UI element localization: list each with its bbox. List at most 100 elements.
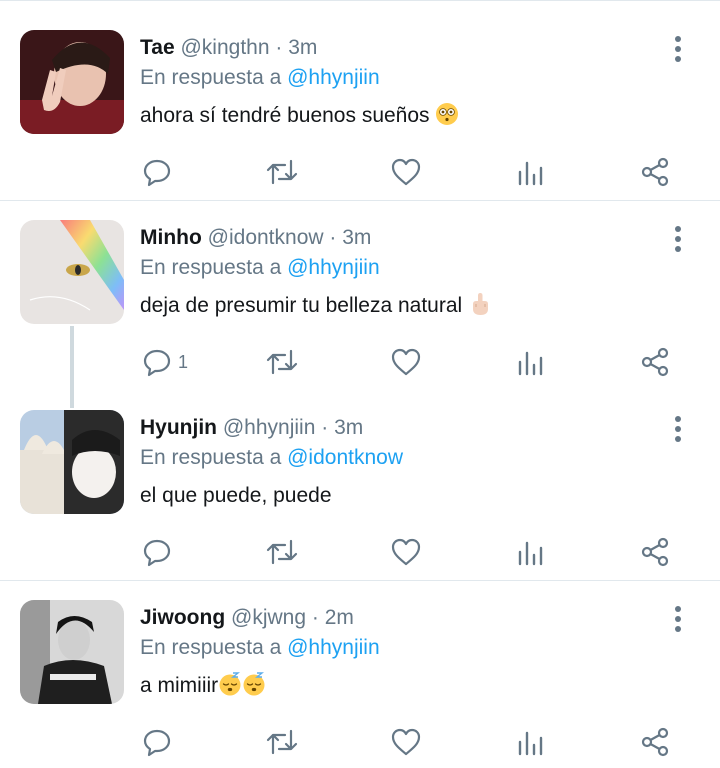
like-icon xyxy=(391,538,421,566)
analytics-button[interactable] xyxy=(517,152,545,192)
avatar[interactable] xyxy=(20,220,124,324)
tweet-text: ahora sí tendré buenos sueños xyxy=(140,102,459,130)
flushed-face-icon xyxy=(436,103,459,125)
retweet-button[interactable] xyxy=(265,152,299,192)
separator-dot: · xyxy=(321,416,329,439)
like-button[interactable] xyxy=(390,722,422,762)
top-divider xyxy=(0,0,720,1)
tweet-header: Jiwoong @kjwng · 2m xyxy=(140,604,354,632)
tweet-text-content: a mimiiir xyxy=(140,674,219,697)
share-icon xyxy=(641,347,669,377)
reply-prefix: En respuesta a xyxy=(140,256,282,279)
like-icon xyxy=(391,158,421,186)
analytics-button[interactable] xyxy=(517,722,545,762)
tweet-text: a mimiiir xyxy=(140,672,266,700)
retweet-icon xyxy=(266,729,298,755)
tweet-actions xyxy=(0,532,720,572)
like-icon xyxy=(391,348,421,376)
tweet-text: el que puede, puede xyxy=(140,482,332,510)
avatar[interactable] xyxy=(20,600,124,704)
avatar[interactable] xyxy=(20,30,124,134)
reply-context: En respuesta a @hhynjiin xyxy=(140,634,380,662)
tweet-header: Tae @kingthn · 3m xyxy=(140,34,317,62)
timestamp[interactable]: 3m xyxy=(334,416,363,439)
reply-context: En respuesta a @hhynjiin xyxy=(140,64,380,92)
tweet-text-content: ahora sí tendré buenos sueños xyxy=(140,104,430,127)
analytics-button[interactable] xyxy=(517,342,545,382)
tweet-actions: 1 xyxy=(0,342,720,382)
reply-count: 1 xyxy=(178,351,189,372)
retweet-button[interactable] xyxy=(265,722,299,762)
timestamp[interactable]: 3m xyxy=(288,36,317,59)
like-icon xyxy=(391,728,421,756)
more-options-icon[interactable] xyxy=(668,224,688,254)
more-options-icon[interactable] xyxy=(668,414,688,444)
author-handle[interactable]: @idontknow xyxy=(208,226,324,249)
reply-icon xyxy=(143,349,171,377)
separator-dot: · xyxy=(329,226,337,249)
tweet[interactable]: Hyunjin @hhynjiin · 3m En respuesta a @i… xyxy=(0,382,720,572)
reply-prefix: En respuesta a xyxy=(140,636,282,659)
analytics-icon xyxy=(518,731,543,756)
like-button[interactable] xyxy=(390,342,422,382)
author-name[interactable]: Tae xyxy=(140,36,175,59)
share-button[interactable] xyxy=(640,532,670,572)
sleeping-face-icon xyxy=(243,672,265,696)
reply-button[interactable]: 1 xyxy=(142,342,188,382)
avatar[interactable] xyxy=(20,410,124,514)
tweet-header: Minho @idontknow · 3m xyxy=(140,224,371,252)
author-handle[interactable]: @hhynjiin xyxy=(223,416,316,439)
share-icon xyxy=(641,157,669,187)
reply-icon xyxy=(143,159,171,187)
retweet-icon xyxy=(266,349,298,375)
author-name[interactable]: Minho xyxy=(140,226,202,249)
tweet[interactable]: Jiwoong @kjwng · 2m En respuesta a @hhyn… xyxy=(0,572,720,762)
more-options-icon[interactable] xyxy=(668,604,688,634)
author-handle[interactable]: @kjwng xyxy=(231,606,306,629)
separator-dot: · xyxy=(311,606,319,629)
author-handle[interactable]: @kingthn xyxy=(180,36,269,59)
reply-mention[interactable]: @hhynjiin xyxy=(287,66,380,89)
reply-button[interactable] xyxy=(142,532,178,572)
sleeping-face-icon xyxy=(219,672,241,696)
retweet-button[interactable] xyxy=(265,532,299,572)
reply-button[interactable] xyxy=(142,722,178,762)
timestamp[interactable]: 3m xyxy=(342,226,371,249)
share-button[interactable] xyxy=(640,152,670,192)
tweet-text-content: deja de presumir tu belleza natural xyxy=(140,294,463,317)
like-button[interactable] xyxy=(390,152,422,192)
retweet-button[interactable] xyxy=(265,342,299,382)
tweet-actions xyxy=(0,722,720,762)
reply-mention[interactable]: @hhynjiin xyxy=(287,256,380,279)
reply-context: En respuesta a @idontknow xyxy=(140,444,403,472)
share-icon xyxy=(641,727,669,757)
author-name[interactable]: Jiwoong xyxy=(140,606,225,629)
share-icon xyxy=(641,537,669,567)
reply-button[interactable] xyxy=(142,152,178,192)
retweet-icon xyxy=(266,539,298,565)
middle-finger-icon xyxy=(473,293,489,315)
reply-mention[interactable]: @idontknow xyxy=(287,446,403,469)
tweet[interactable]: Minho @idontknow · 3m En respuesta a @hh… xyxy=(0,192,720,382)
reply-prefix: En respuesta a xyxy=(140,66,282,89)
reply-prefix: En respuesta a xyxy=(140,446,282,469)
analytics-icon xyxy=(518,351,543,376)
tweet-text-content: el que puede, puede xyxy=(140,484,332,507)
reply-mention[interactable]: @hhynjiin xyxy=(287,636,380,659)
analytics-button[interactable] xyxy=(517,532,545,572)
reply-context: En respuesta a @hhynjiin xyxy=(140,254,380,282)
retweet-icon xyxy=(266,159,298,185)
share-button[interactable] xyxy=(640,722,670,762)
reply-icon xyxy=(143,729,171,757)
analytics-icon xyxy=(518,161,543,186)
separator-dot: · xyxy=(275,36,283,59)
reply-icon xyxy=(143,539,171,567)
author-name[interactable]: Hyunjin xyxy=(140,416,217,439)
tweet-text: deja de presumir tu belleza natural xyxy=(140,292,492,320)
share-button[interactable] xyxy=(640,342,670,382)
like-button[interactable] xyxy=(390,532,422,572)
timestamp[interactable]: 2m xyxy=(325,606,354,629)
more-options-icon[interactable] xyxy=(668,34,688,64)
tweet[interactable]: Tae @kingthn · 3m En respuesta a @hhynji… xyxy=(0,2,720,192)
analytics-icon xyxy=(518,541,543,566)
